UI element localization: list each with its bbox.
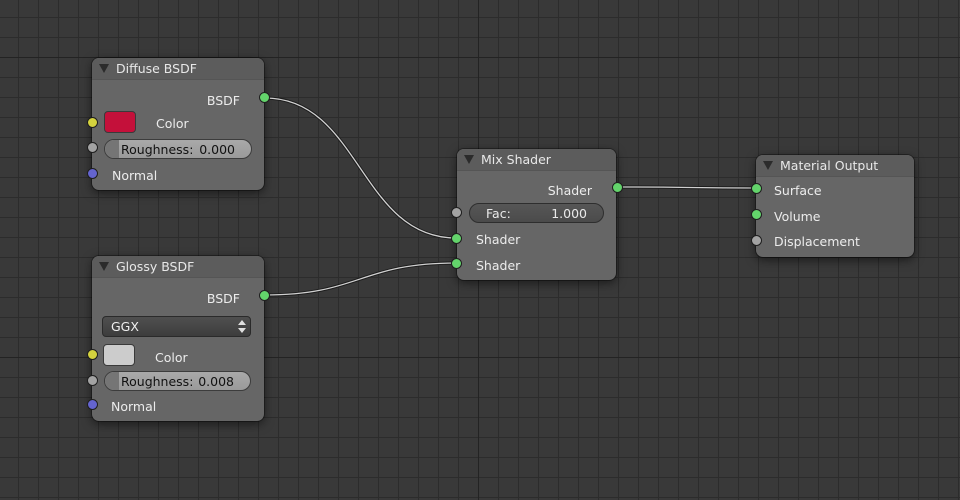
- mix-fac-input-socket[interactable]: [451, 207, 462, 218]
- glossy-color-input-socket[interactable]: [87, 349, 98, 360]
- updown-arrows-icon: [238, 320, 246, 333]
- roughness-value: 0.000: [199, 142, 235, 157]
- fac-value: 1.000: [551, 206, 587, 221]
- mix-shader-output-socket[interactable]: [612, 182, 623, 193]
- collapse-triangle-icon[interactable]: [99, 262, 109, 271]
- color-swatch[interactable]: [104, 111, 136, 133]
- glossy-roughness-input-socket[interactable]: [87, 375, 98, 386]
- glossy-bsdf-node[interactable]: Glossy BSDF BSDF GGX Color Roughness: 0.…: [92, 256, 264, 421]
- node-title: Glossy BSDF: [116, 259, 195, 274]
- distribution-dropdown[interactable]: GGX: [102, 316, 251, 337]
- slider-fill: [105, 372, 119, 390]
- distribution-value: GGX: [111, 319, 139, 334]
- diffuse-bsdf-output-socket[interactable]: [259, 92, 270, 103]
- output-bsdf-label: BSDF: [206, 93, 240, 108]
- link-diffuse-to-mix: [264, 97, 457, 239]
- mix-shader-input-1-socket[interactable]: [451, 233, 462, 244]
- surface-label: Surface: [774, 183, 822, 198]
- output-bsdf-label: BSDF: [206, 291, 240, 306]
- fac-slider[interactable]: Fac: 1.000: [469, 203, 604, 223]
- normal-label: Normal: [112, 168, 158, 183]
- node-header[interactable]: Material Output: [756, 155, 914, 177]
- input-shader-2-label: Shader: [476, 258, 521, 273]
- collapse-triangle-icon[interactable]: [99, 64, 109, 73]
- color-swatch[interactable]: [103, 344, 135, 366]
- mix-shader-input-2-socket[interactable]: [451, 258, 462, 269]
- fac-label: Fac:: [486, 206, 511, 221]
- diffuse-roughness-input-socket[interactable]: [87, 142, 98, 153]
- normal-label: Normal: [111, 399, 157, 414]
- color-label: Color: [156, 116, 189, 131]
- node-header[interactable]: Mix Shader: [457, 149, 616, 171]
- roughness-value: 0.008: [198, 374, 234, 389]
- output-surface-socket[interactable]: [751, 183, 762, 194]
- link-glossy-to-mix: [264, 262, 457, 296]
- node-title: Mix Shader: [481, 152, 551, 167]
- link-mix-to-output: [617, 186, 757, 189]
- collapse-triangle-icon[interactable]: [464, 155, 474, 164]
- material-output-node[interactable]: Material Output Surface Volume Displacem…: [756, 155, 914, 257]
- node-title: Diffuse BSDF: [116, 61, 197, 76]
- input-shader-1-label: Shader: [476, 232, 521, 247]
- collapse-triangle-icon[interactable]: [763, 161, 773, 170]
- displacement-label: Displacement: [774, 234, 860, 249]
- output-displacement-socket[interactable]: [751, 235, 762, 246]
- glossy-bsdf-output-socket[interactable]: [259, 290, 270, 301]
- roughness-label: Roughness:: [121, 374, 194, 389]
- diffuse-color-input-socket[interactable]: [87, 117, 98, 128]
- node-title: Material Output: [780, 158, 879, 173]
- diffuse-bsdf-node[interactable]: Diffuse BSDF BSDF Color Roughness: 0.000…: [92, 58, 264, 190]
- roughness-label: Roughness:: [121, 142, 194, 157]
- output-volume-socket[interactable]: [751, 209, 762, 220]
- slider-fill: [105, 140, 119, 158]
- roughness-slider[interactable]: Roughness: 0.000: [104, 139, 252, 159]
- color-label: Color: [155, 350, 188, 365]
- volume-label: Volume: [774, 209, 821, 224]
- roughness-slider[interactable]: Roughness: 0.008: [104, 371, 251, 391]
- node-header[interactable]: Glossy BSDF: [92, 256, 264, 278]
- glossy-normal-input-socket[interactable]: [87, 399, 98, 410]
- node-header[interactable]: Diffuse BSDF: [92, 58, 264, 80]
- diffuse-normal-input-socket[interactable]: [87, 168, 98, 179]
- output-shader-label: Shader: [547, 183, 592, 198]
- mix-shader-node[interactable]: Mix Shader Shader Fac: 1.000 Shader Shad…: [457, 149, 616, 280]
